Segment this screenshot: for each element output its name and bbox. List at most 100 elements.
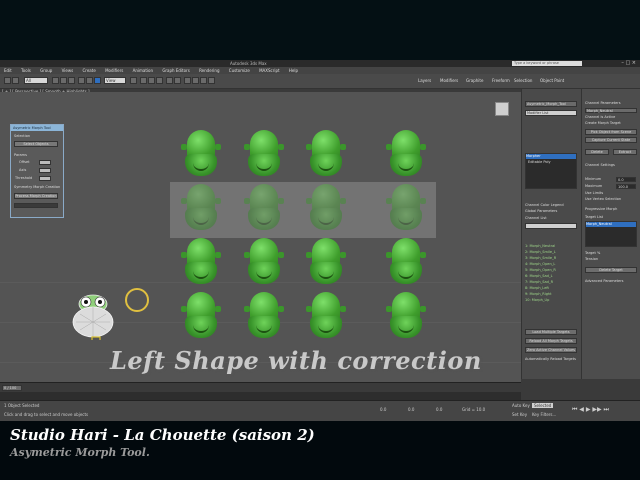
use-limits-checkbox[interactable]: Use Limits	[585, 191, 603, 195]
morph-head[interactable]	[244, 292, 284, 342]
channel-item[interactable]: 7: Morph_Sad_R	[525, 280, 553, 284]
reference-coordinate-dropdown[interactable]: View	[104, 77, 126, 84]
morph-head[interactable]	[181, 238, 221, 288]
morph-head[interactable]	[244, 184, 284, 234]
redo-icon[interactable]	[12, 77, 19, 84]
morph-head[interactable]	[244, 130, 284, 180]
morph-head[interactable]	[306, 238, 346, 288]
angle-snap-icon[interactable]	[148, 77, 155, 84]
render-setup-icon[interactable]	[200, 77, 207, 84]
menu-graph-editors[interactable]: Graph Editors	[162, 68, 189, 73]
threshold-spinner[interactable]	[39, 176, 51, 181]
rect-select-icon[interactable]	[68, 77, 75, 84]
channel-item[interactable]: 4: Morph_Open_L	[525, 262, 555, 266]
align-icon[interactable]	[174, 77, 181, 84]
offset-spinner[interactable]	[39, 160, 51, 165]
track-bar[interactable]	[0, 392, 521, 400]
pick-object-button[interactable]: Pick Object from Scene	[585, 129, 637, 135]
owl-character-wireframe[interactable]	[68, 292, 118, 340]
menu-edit[interactable]: Edit	[4, 68, 12, 73]
menu-modifiers[interactable]: Modifiers	[105, 68, 123, 73]
channel-active-checkbox[interactable]: Channel is Active	[585, 115, 615, 119]
morph-head[interactable]	[386, 292, 426, 342]
channel-parameters-rollout[interactable]: Channel Parameters	[585, 101, 621, 105]
morph-head[interactable]	[386, 130, 426, 180]
render-icon[interactable]	[208, 77, 215, 84]
ribbon-tab-freeform[interactable]: Freeform	[492, 78, 510, 83]
selection-filter-dropdown[interactable]: All	[24, 77, 48, 84]
key-filters-button[interactable]: Key Filters...	[532, 412, 556, 417]
channel-item[interactable]: 6: Morph_Sad_L	[525, 274, 553, 278]
stack-item-editable-poly[interactable]: Editable Poly	[528, 160, 551, 164]
pivot-icon[interactable]	[130, 77, 137, 84]
morph-head[interactable]	[306, 184, 346, 234]
ribbon-tab-graphite[interactable]: Graphite	[466, 78, 483, 83]
select-objects-button[interactable]: Select Objects	[14, 141, 58, 147]
channel-item[interactable]: 8: Morph_Left	[525, 286, 549, 290]
menu-views[interactable]: Views	[62, 68, 74, 73]
extract-button[interactable]: Extract	[613, 149, 637, 155]
channel-color-legend[interactable]: Channel Color Legend	[525, 203, 564, 207]
select-by-name-icon[interactable]	[60, 77, 67, 84]
x-coordinate[interactable]: 0.0	[380, 407, 386, 412]
progressive-morph-rollout[interactable]: Progressive Morph	[585, 207, 617, 211]
menu-help[interactable]: Help	[289, 68, 298, 73]
menu-customize[interactable]: Customize	[229, 68, 250, 73]
modifier-list-dropdown[interactable]: Modifier List	[525, 110, 577, 116]
delete-button[interactable]: Delete	[585, 149, 609, 155]
maximum-spinner[interactable]: 100.0	[616, 184, 636, 189]
move-icon[interactable]	[78, 77, 85, 84]
target-list-item[interactable]: Morph_Neutral	[586, 222, 636, 227]
channel-list-dropdown[interactable]	[525, 223, 577, 229]
channel-item[interactable]: 9: Morph_Right	[525, 292, 552, 296]
process-morph-button[interactable]: Process Morph Creation	[14, 193, 58, 199]
morph-head[interactable]	[386, 238, 426, 288]
menu-create[interactable]: Create	[83, 68, 96, 73]
channel-item[interactable]: 2: Morph_Smile_L	[525, 250, 556, 254]
auto-key-button[interactable]: Auto Key	[512, 403, 530, 408]
capture-state-button[interactable]: Capture Current State	[585, 137, 637, 143]
channel-item[interactable]: 1: Morph_Neutral	[525, 244, 555, 248]
minimum-spinner[interactable]: 0.0	[616, 177, 636, 182]
morph-head[interactable]	[306, 292, 346, 342]
channel-item[interactable]: 3: Morph_Smile_R	[525, 256, 556, 260]
morph-head[interactable]	[306, 130, 346, 180]
z-coordinate[interactable]: 0.0	[436, 407, 442, 412]
select-icon[interactable]	[52, 77, 59, 84]
menu-group[interactable]: Group	[40, 68, 52, 73]
playback-controls-icon[interactable]: ⏮ ◀ ▶ ▶▶ ⏭	[572, 406, 609, 414]
morph-head[interactable]	[181, 184, 221, 234]
morph-head[interactable]	[386, 184, 426, 234]
reload-targets-button[interactable]: Reload All Morph Targets	[525, 338, 577, 344]
menu-rendering[interactable]: Rendering	[199, 68, 219, 73]
undo-icon[interactable]	[4, 77, 11, 84]
channel-item[interactable]: 10: Morph_Up	[525, 298, 549, 302]
delete-target-button[interactable]: Delete Target	[585, 267, 637, 273]
key-selection-dropdown[interactable]: Selected	[532, 403, 554, 408]
rotate-icon[interactable]	[86, 77, 93, 84]
snap-icon[interactable]	[140, 77, 147, 84]
menu-maxscript[interactable]: MAXScript	[259, 68, 280, 73]
use-vertex-selection-checkbox[interactable]: Use Vertex Selection	[585, 197, 621, 201]
global-parameters-rollout[interactable]: Global Parameters	[525, 209, 557, 213]
curve-editor-icon[interactable]	[184, 77, 191, 84]
menu-tools[interactable]: Tools	[21, 68, 31, 73]
material-editor-icon[interactable]	[192, 77, 199, 84]
scale-icon[interactable]	[94, 77, 101, 84]
ribbon-tab-layers[interactable]: Layers	[418, 78, 431, 83]
point-helper-gizmo[interactable]	[125, 288, 149, 312]
morph-head[interactable]	[181, 130, 221, 180]
morph-head[interactable]	[244, 238, 284, 288]
channel-item[interactable]: 5: Morph_Open_R	[525, 268, 556, 272]
percent-snap-icon[interactable]	[156, 77, 163, 84]
window-controls[interactable]: – □ ×	[621, 60, 636, 67]
menu-animation[interactable]: Animation	[133, 68, 153, 73]
help-search-input[interactable]: Type a keyword or phrase	[512, 61, 582, 66]
morph-head[interactable]	[181, 292, 221, 342]
advanced-parameters-rollout[interactable]: Advanced Parameters	[585, 279, 623, 283]
stack-item-morpher[interactable]: Morpher	[526, 154, 576, 159]
ribbon-tab-selection[interactable]: Selection	[514, 78, 532, 83]
load-multiple-targets-button[interactable]: Load Multiple Targets	[525, 329, 577, 335]
object-name-field[interactable]: Asymetric_Morph_Tool	[525, 101, 577, 107]
auto-reload-checkbox[interactable]: Automatically Reload Targets	[525, 357, 576, 361]
